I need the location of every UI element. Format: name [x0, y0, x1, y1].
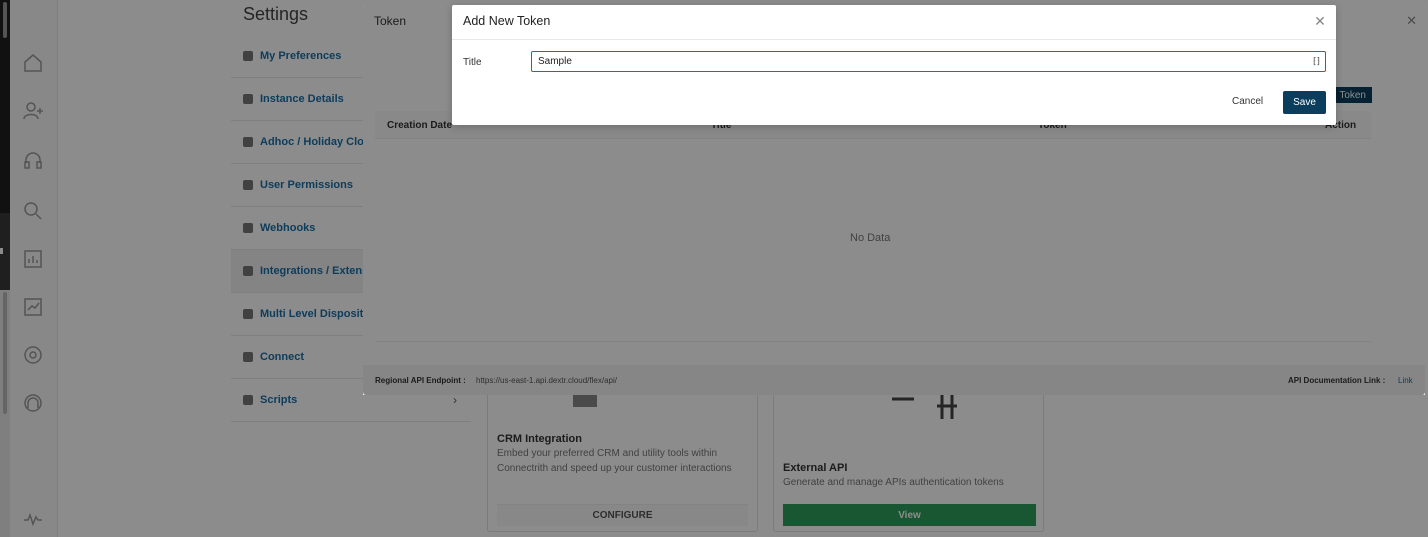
close-icon[interactable]: ✕	[1313, 14, 1327, 28]
input-suffix-icon: ⁅⁆	[1313, 56, 1321, 66]
add-token-dialog: Add New Token ✕ Title ⁅⁆ Cancel Save	[452, 5, 1336, 125]
title-input[interactable]	[531, 51, 1326, 72]
dialog-header: Add New Token ✕	[452, 5, 1336, 40]
save-button[interactable]: Save	[1283, 91, 1326, 114]
dialog-title: Add New Token	[463, 14, 551, 28]
title-field-label: Title	[463, 57, 482, 68]
cancel-button[interactable]: Cancel	[1232, 96, 1263, 107]
